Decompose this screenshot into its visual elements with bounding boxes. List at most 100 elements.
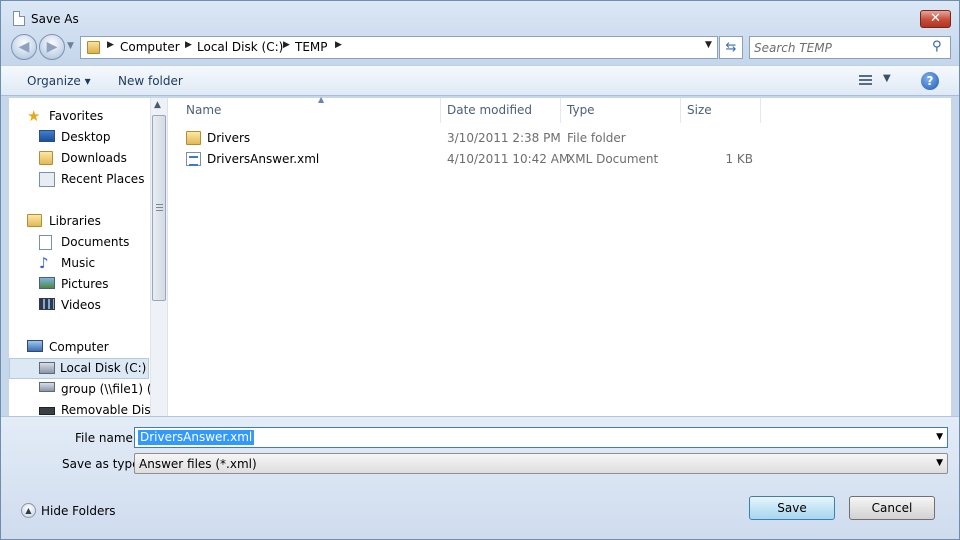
file-list: Name ▲ Date modified Type Size Drivers 3… (168, 95, 951, 416)
breadcrumb-temp[interactable]: TEMP (295, 40, 328, 54)
column-date-label: Date modified (447, 103, 533, 117)
nav-music[interactable]: ♪ Music (39, 254, 149, 274)
save-as-type-value: Answer files (*.xml) (139, 457, 257, 471)
nav-removable-disk[interactable]: Removable Disk ( (39, 401, 166, 416)
refresh-icon: ⇆ (725, 40, 737, 55)
document-icon (13, 11, 25, 26)
xml-file-icon (186, 152, 201, 166)
nav-favorites-label: Favorites (49, 109, 104, 123)
nav-desktop-label: Desktop (61, 130, 111, 144)
file-row[interactable]: Drivers 3/10/2011 2:38 PM File folder (182, 128, 782, 149)
address-bar[interactable]: ▶ Computer ▶ Local Disk (C:) ▶ TEMP ▶ ▼ (80, 36, 718, 59)
back-button[interactable]: ◀ (11, 34, 37, 60)
nav-libraries-label: Libraries (49, 214, 101, 228)
column-size-label: Size (687, 103, 712, 117)
refresh-button[interactable]: ⇆ (719, 36, 743, 59)
scroll-thumb[interactable] (152, 115, 166, 301)
computer-icon (27, 340, 43, 352)
nav-documents-label: Documents (61, 235, 130, 249)
sort-ascending-icon: ▲ (318, 95, 325, 104)
music-icon: ♪ (39, 254, 49, 272)
nav-music-label: Music (61, 256, 96, 270)
nav-recent-places[interactable]: Recent Places (39, 170, 154, 190)
close-button[interactable]: ✕ (920, 10, 951, 28)
breadcrumb-separator-icon[interactable]: ▶ (107, 40, 114, 50)
nav-scrollbar[interactable]: ▲ (150, 98, 167, 416)
recent-pages-chevron-icon[interactable]: ▼ (67, 41, 74, 51)
change-view-button[interactable]: ▼ (859, 73, 895, 89)
file-name: Drivers (207, 131, 251, 145)
file-row[interactable]: DriversAnswer.xml 4/10/2011 10:42 AM XML… (182, 149, 782, 170)
save-button[interactable]: Save (749, 496, 835, 520)
nav-videos-label: Videos (61, 298, 101, 312)
column-header-size[interactable]: Size (681, 98, 761, 123)
cancel-button[interactable]: Cancel (849, 496, 935, 520)
nav-downloads[interactable]: Downloads (39, 149, 149, 169)
grip-icon (156, 204, 163, 211)
organize-menu[interactable]: Organize ▾ (27, 74, 91, 88)
chevron-down-icon[interactable]: ▼ (936, 458, 943, 468)
search-box[interactable]: ⚲ (749, 36, 951, 59)
local-disk-icon (39, 362, 55, 374)
breadcrumb-separator-icon[interactable]: ▶ (335, 40, 342, 50)
column-header-type[interactable]: Type (561, 98, 681, 123)
breadcrumb-local-disk[interactable]: Local Disk (C:) (197, 40, 283, 54)
file-name-label: File name: (75, 431, 137, 445)
downloads-icon (39, 151, 53, 165)
details-view-icon (859, 75, 872, 86)
nav-pictures-label: Pictures (61, 277, 109, 291)
nav-videos[interactable]: Videos (39, 296, 149, 316)
file-date: 3/10/2011 2:38 PM (447, 131, 561, 145)
help-button[interactable]: ? (921, 72, 939, 90)
documents-icon (39, 235, 52, 250)
file-name-input[interactable]: DriversAnswer.xml ▼ (134, 427, 948, 448)
save-as-dialog: Save As ✕ ◀ ▶ ▼ ▶ Computer ▶ Local Disk … (0, 0, 960, 540)
search-input[interactable] (754, 39, 924, 56)
new-folder-button[interactable]: New folder (118, 74, 183, 88)
file-name: DriversAnswer.xml (207, 152, 320, 166)
column-name-label: Name (186, 103, 222, 117)
search-icon[interactable]: ⚲ (932, 39, 942, 54)
column-header-date[interactable]: Date modified (441, 98, 561, 123)
nav-pictures[interactable]: Pictures (39, 275, 149, 295)
nav-local-disk-label: Local Disk (C:) (60, 361, 147, 375)
star-icon: ★ (27, 107, 41, 125)
videos-icon (39, 298, 55, 310)
chevron-down-icon: ▼ (883, 73, 891, 84)
nav-documents[interactable]: Documents (39, 233, 149, 253)
breadcrumb-computer[interactable]: Computer (120, 40, 180, 54)
folder-icon (186, 131, 201, 145)
save-as-type-select[interactable]: Answer files (*.xml) ▼ (134, 453, 948, 474)
nav-libraries[interactable]: Libraries (27, 212, 147, 232)
address-dropdown-icon[interactable]: ▼ (705, 40, 712, 50)
column-header-name[interactable]: Name ▲ (180, 95, 441, 123)
removable-disk-icon (39, 407, 55, 415)
nav-favorites[interactable]: ★ Favorites (27, 107, 147, 127)
command-toolbar: Organize ▾ New folder ▼ ? (1, 65, 959, 96)
network-drive-icon (39, 382, 55, 392)
recent-places-icon (39, 172, 55, 187)
chevron-up-icon: ▲ (21, 503, 36, 518)
desktop-icon (39, 130, 55, 142)
breadcrumb-separator-icon[interactable]: ▶ (185, 40, 192, 50)
nav-network-drive[interactable]: group (\\file1) (G (39, 380, 161, 400)
column-type-label: Type (567, 103, 595, 117)
back-arrow-icon: ◀ (18, 39, 30, 55)
save-as-type-label: Save as type: (62, 457, 144, 471)
save-options-panel: File name: DriversAnswer.xml ▼ Save as t… (1, 416, 959, 539)
scroll-up-icon[interactable]: ▲ (154, 100, 161, 110)
nav-local-disk[interactable]: Local Disk (C:) (9, 358, 149, 379)
chevron-down-icon[interactable]: ▼ (936, 432, 943, 442)
pictures-icon (39, 277, 55, 289)
forward-button[interactable]: ▶ (39, 34, 65, 60)
folder-icon (87, 41, 100, 54)
nav-computer[interactable]: Computer (27, 338, 147, 358)
breadcrumb-separator-icon[interactable]: ▶ (283, 40, 290, 50)
title-bar[interactable]: Save As ✕ (1, 1, 959, 35)
nav-desktop[interactable]: Desktop (39, 128, 149, 148)
file-type: XML Document (567, 152, 659, 166)
file-size: 1 KB (725, 152, 753, 166)
nav-network-drive-label: group (\\file1) (G (61, 382, 161, 396)
navigation-pane: ★ Favorites Desktop Downloads Recent Pla… (9, 98, 168, 416)
hide-folders-label: Hide Folders (41, 504, 116, 518)
